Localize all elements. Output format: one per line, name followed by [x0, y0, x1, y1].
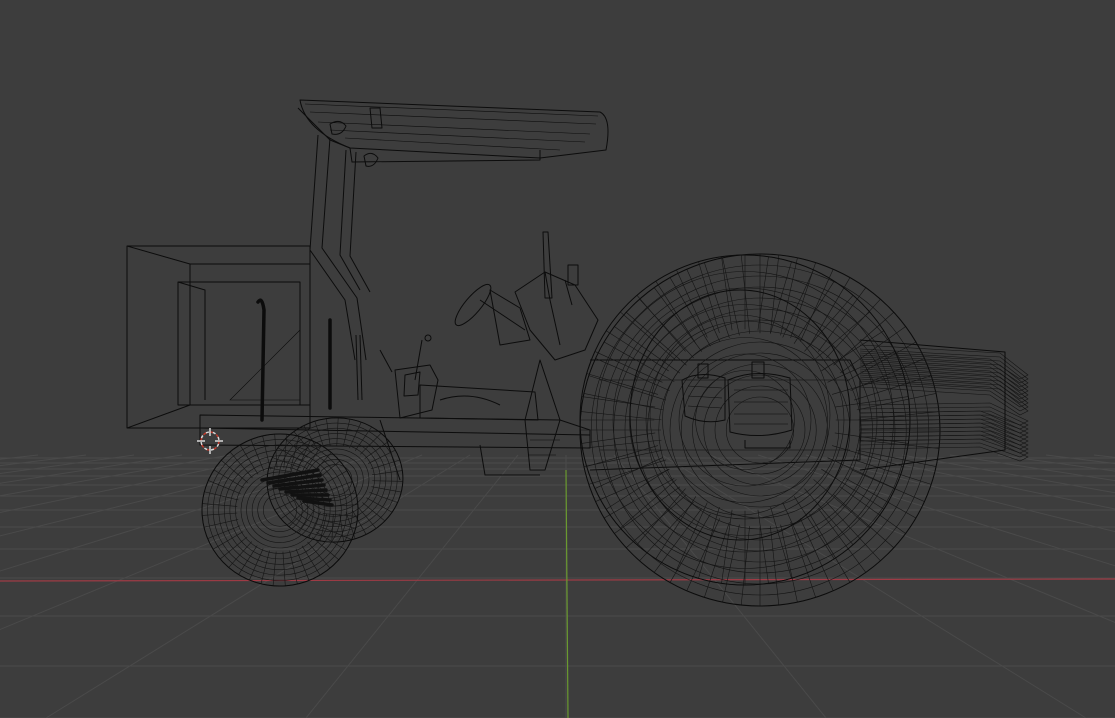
control-console[interactable] [379, 334, 439, 419]
roller-drum-outer-spoke [704, 521, 730, 598]
front-wheel-main-spoke [212, 531, 244, 550]
grid-line [305, 454, 519, 718]
hub-bolt [284, 488, 328, 494]
roller-drum-outer-spoke [580, 411, 662, 421]
roller-drum-inner-ring [645, 320, 845, 520]
roller-drum-inner-spoke [770, 506, 792, 579]
roller-drum-inner-spoke [831, 373, 904, 395]
grid-line [949, 454, 1115, 482]
grid-line [0, 454, 327, 537]
3d-viewport[interactable] [0, 0, 1115, 718]
floor-grid [0, 454, 1115, 718]
roller-drum-inner-spoke [804, 488, 854, 545]
roller-drum-inner-spoke [586, 373, 659, 395]
roller-drum-outer-ring [658, 330, 862, 530]
front-wheel-rear-spoke [339, 513, 344, 542]
headlights [681, 361, 793, 449]
roller-drum-inner-spoke [757, 509, 769, 584]
ripper-tine-upper [859, 380, 1029, 416]
roller-drum-outer-spoke [588, 459, 666, 485]
roller-drum[interactable] [579, 253, 941, 607]
grid-line [45, 454, 471, 718]
grid-line [709, 454, 1115, 624]
roller-drum-inner-spoke [606, 330, 669, 372]
3d-cursor-icon[interactable] [197, 428, 223, 454]
roller-drum-outer-spoke [580, 439, 662, 449]
roller-drum-outer-spoke [740, 526, 750, 606]
rear-box [126, 245, 311, 429]
ripper-tine-lower [859, 406, 1029, 430]
grid-line [1093, 454, 1115, 458]
front-wheel-rear-spoke [372, 480, 403, 482]
ripper-tine-lower [859, 402, 1029, 426]
front-wheel-main-spoke [238, 545, 258, 575]
ripper-tine-lower [859, 414, 1029, 438]
ripper-tine-lower [859, 430, 1029, 454]
axis-x-line [0, 578, 1115, 582]
roller-drum-inner-spoke [620, 311, 677, 361]
front-wheel-main-spoke [213, 469, 244, 489]
roller-drum-inner-spoke [793, 281, 835, 344]
roller-drum-inner-spoke [721, 509, 733, 584]
roller-drum-outer-spoke [740, 254, 750, 334]
front-wheel-rear-spoke [349, 421, 362, 449]
grid-line [0, 454, 183, 484]
front-wheel-rear-spoke [326, 418, 331, 447]
front-wheel-hub [260, 468, 334, 507]
front-wheel-main-spoke [250, 439, 265, 472]
canopy-roof[interactable] [297, 99, 609, 167]
grid-line [0, 454, 87, 467]
roller-drum-inner-spoke [620, 479, 677, 529]
front-wheel-rear-spoke [360, 433, 382, 455]
grid-line [757, 454, 1115, 567]
grid-line [0, 454, 423, 631]
front-wheel-rear-spoke [369, 492, 398, 503]
roller-drum-outer-spoke [826, 299, 881, 359]
grid-line [0, 454, 135, 474]
grid-line [1045, 454, 1115, 465]
roller-drum-inner-spoke [821, 468, 884, 510]
roller-drum-inner-spoke [655, 281, 697, 344]
roller-drum-outer-spoke [833, 494, 894, 548]
roller-drum-outer-spoke [626, 494, 687, 548]
hub-bolt [296, 496, 332, 502]
ripper-tine-lower [859, 422, 1029, 446]
roller-drum-outer-spoke [770, 254, 780, 334]
grid-line [853, 454, 1115, 510]
roller-drum-outer-ring [669, 341, 851, 519]
grid-line [805, 454, 1115, 533]
roller-drum-inner-spoke [606, 468, 669, 510]
roller-drum-outer-spoke [790, 521, 816, 598]
grid-line [0, 454, 231, 497]
viewport-canvas[interactable] [0, 0, 1115, 718]
canopy-posts [309, 134, 371, 361]
roller-drum-inner-spoke [698, 506, 720, 579]
ripper-tine-lower [859, 434, 1029, 458]
roller-drum-inner-ring [629, 304, 861, 536]
roller-drum-outer [579, 253, 941, 607]
grid-line [997, 454, 1115, 472]
roller-drum-outer-spoke [826, 501, 881, 561]
front-wheel-rear-spoke [288, 505, 310, 527]
grid-line [0, 454, 279, 513]
front-wheel-rear-spoke [336, 417, 339, 446]
roller-drum-outer-ring [725, 396, 795, 464]
roller-drum-inner-ring [662, 337, 828, 503]
ripper-tine-upper [859, 376, 1029, 412]
roller-drum-inner-spoke [834, 396, 909, 408]
grid-line [901, 454, 1115, 494]
roller-drum-inner-spoke [636, 488, 686, 545]
roller-drum-inner [579, 254, 911, 586]
front-wheel-main-spoke [295, 548, 310, 581]
roller-drum-inner-spoke [581, 396, 656, 408]
roller-drum-outer-spoke [588, 375, 666, 401]
front-wheel-rear-spoke [308, 511, 321, 539]
